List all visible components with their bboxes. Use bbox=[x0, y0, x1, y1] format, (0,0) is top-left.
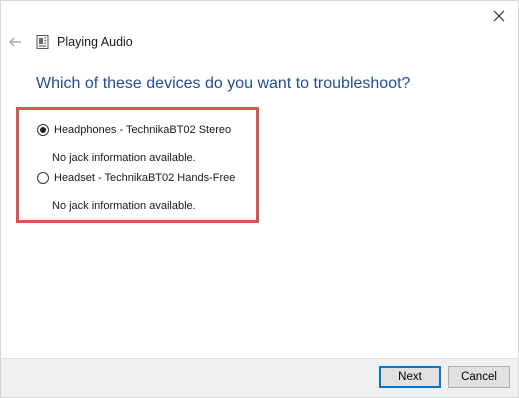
window-title: Playing Audio bbox=[57, 35, 133, 49]
radio-button-selected[interactable] bbox=[37, 124, 49, 136]
device-description: No jack information available. bbox=[52, 152, 196, 164]
device-selection-highlight: Headphones - TechnikaBT02 Stereo No jack… bbox=[16, 107, 259, 223]
radio-button[interactable] bbox=[37, 172, 49, 184]
device-label: Headset - TechnikaBT02 Hands-Free bbox=[54, 172, 236, 184]
close-icon bbox=[493, 10, 505, 22]
device-description: No jack information available. bbox=[52, 200, 196, 212]
device-option-headphones[interactable]: Headphones - TechnikaBT02 Stereo bbox=[37, 124, 231, 136]
footer-bar: Next Cancel bbox=[1, 358, 518, 397]
device-option-headset[interactable]: Headset - TechnikaBT02 Hands-Free bbox=[37, 172, 235, 184]
close-button[interactable] bbox=[488, 5, 510, 27]
back-arrow-icon[interactable] bbox=[7, 34, 23, 50]
device-label: Headphones - TechnikaBT02 Stereo bbox=[54, 124, 232, 136]
cancel-button[interactable]: Cancel bbox=[448, 366, 510, 388]
audio-troubleshooter-icon bbox=[36, 35, 49, 49]
next-button[interactable]: Next bbox=[379, 366, 441, 388]
page-heading: Which of these devices do you want to tr… bbox=[36, 75, 411, 92]
troubleshooter-window: Playing Audio Which of these devices do … bbox=[0, 0, 519, 398]
header: Playing Audio bbox=[7, 31, 133, 53]
